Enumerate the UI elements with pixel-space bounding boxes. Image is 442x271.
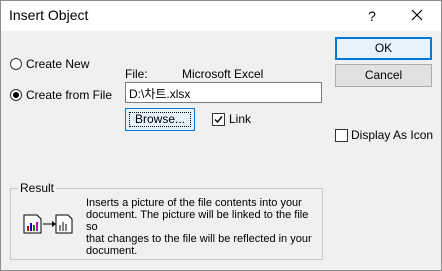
link-checkbox[interactable] <box>212 113 225 126</box>
result-title: Result <box>18 181 57 195</box>
file-label: File: <box>125 67 148 81</box>
create-from-file-label[interactable]: Create from File <box>26 88 112 102</box>
dialog-title: Insert Object <box>9 7 89 23</box>
focus-rectangle <box>129 112 191 127</box>
file-app-name: Microsoft Excel <box>182 67 264 81</box>
insert-object-dialog: Insert Object ? Create New Create from F… <box>0 0 442 271</box>
create-new-label[interactable]: Create New <box>26 57 89 71</box>
ok-button[interactable]: OK <box>335 37 432 60</box>
cancel-button[interactable]: Cancel <box>335 64 432 87</box>
browse-button[interactable]: Browse... <box>125 108 195 131</box>
result-description: Inserts a picture of the file contents i… <box>86 197 318 257</box>
display-as-icon-label[interactable]: Display As Icon <box>351 128 433 142</box>
result-line: that changes to the file will be reflect… <box>86 233 312 245</box>
result-line: document. <box>86 245 138 257</box>
linked-chart-icon <box>23 212 73 236</box>
create-new-radio[interactable] <box>10 58 22 70</box>
file-path-input[interactable]: D:\차트.xlsx <box>125 82 322 103</box>
result-line: document. The picture will be linked to … <box>86 209 309 233</box>
link-label[interactable]: Link <box>229 112 251 126</box>
close-button[interactable] <box>403 1 433 31</box>
result-line: Inserts a picture of the file contents i… <box>86 197 302 209</box>
create-from-file-radio[interactable] <box>10 89 22 101</box>
display-as-icon-checkbox[interactable] <box>335 129 348 142</box>
close-icon <box>411 9 423 21</box>
title-bar: Insert Object ? <box>1 1 441 31</box>
help-button[interactable]: ? <box>357 1 387 31</box>
checkmark-icon <box>214 116 223 124</box>
